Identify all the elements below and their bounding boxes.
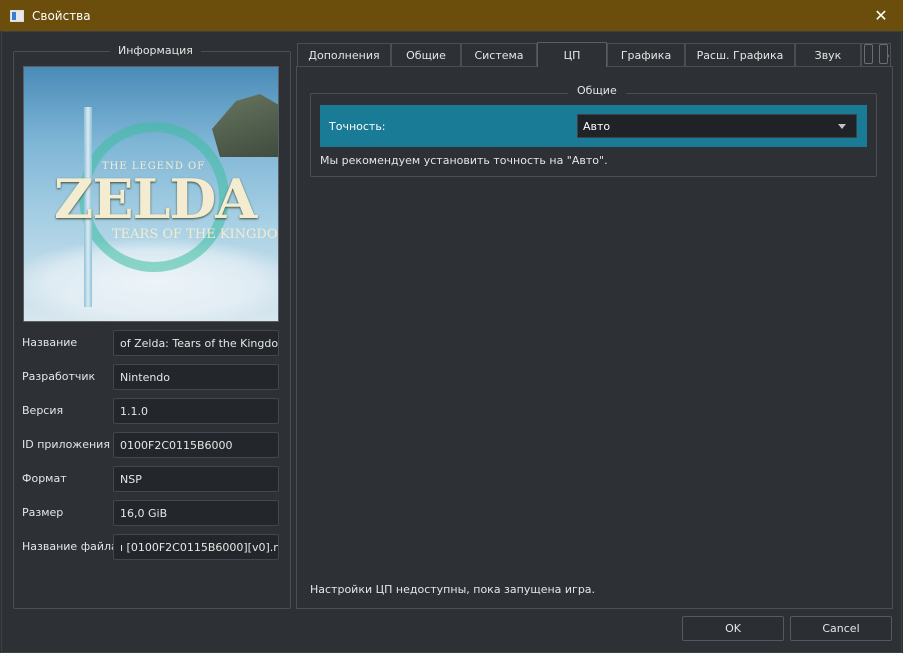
window-app-icon	[10, 9, 24, 22]
field-filename-label: Название файла	[22, 540, 118, 553]
field-title: Название of Zelda: Tears of the Kingdom	[22, 330, 279, 356]
cancel-button[interactable]: Cancel	[790, 616, 892, 641]
field-filename: Название файла ı [0100F2C0115B6000][v0].…	[22, 534, 279, 560]
info-group-title: Информация	[110, 44, 201, 57]
tab-advanced-graphics[interactable]: Расш. Графика	[685, 43, 795, 66]
tab-general[interactable]: Общие	[391, 43, 461, 66]
field-developer-label: Разработчик	[22, 370, 96, 383]
ok-button[interactable]: OK	[682, 616, 784, 641]
field-size-label: Размер	[22, 506, 64, 519]
field-app-id: ID приложения 0100F2C0115B6000	[22, 432, 279, 458]
tab-system[interactable]: Система	[461, 43, 537, 66]
tab-bar: Дополнения Общие Система ЦП Графика Расш…	[297, 42, 893, 67]
field-filename-value[interactable]: ı [0100F2C0115B6000][v0].nsp	[113, 534, 279, 560]
tab-scroll-left[interactable]	[864, 44, 873, 64]
field-version: Версия 1.1.0	[22, 398, 279, 424]
field-version-value[interactable]: 1.1.0	[113, 398, 279, 424]
tab-addons[interactable]: Дополнения	[297, 43, 391, 66]
field-size-value[interactable]: 16,0 GiB	[113, 500, 279, 526]
accuracy-label: Точность:	[329, 120, 386, 133]
field-format-label: Формат	[22, 472, 67, 485]
accuracy-row: Точность: Авто	[320, 105, 867, 147]
chevron-down-icon	[838, 124, 846, 129]
field-version-label: Версия	[22, 404, 64, 417]
game-cover-image: THE LEGEND OF ZELDA TEARS OF THE KINGDOM	[23, 66, 279, 322]
window-title: Свойства	[32, 8, 91, 23]
field-format-value[interactable]: NSP	[113, 466, 279, 492]
tab-scroll-right[interactable]	[879, 44, 888, 64]
accuracy-selected-value: Авто	[583, 120, 611, 133]
close-icon[interactable]: ✕	[859, 0, 903, 31]
cpu-general-group-title: Общие	[568, 84, 626, 97]
field-size: Размер 16,0 GiB	[22, 500, 279, 526]
tab-cpu[interactable]: ЦП	[537, 42, 607, 67]
cover-island	[212, 94, 278, 157]
tab-graphics[interactable]: Графика	[607, 43, 685, 66]
cover-logo-main: ZELDA	[54, 167, 257, 231]
accuracy-dropdown[interactable]: Авто	[577, 114, 857, 138]
field-title-value[interactable]: of Zelda: Tears of the Kingdom	[113, 330, 279, 356]
accuracy-hint: Мы рекомендуем установить точность на "А…	[320, 154, 608, 167]
title-bar: Свойства ✕	[0, 0, 903, 31]
field-format: Формат NSP	[22, 466, 279, 492]
field-app-id-value[interactable]: 0100F2C0115B6000	[113, 432, 279, 458]
cpu-locked-note: Настройки ЦП недоступны, пока запущена и…	[310, 583, 596, 596]
tab-audio[interactable]: Звук	[795, 43, 861, 66]
cover-logo-sub: TEARS OF THE KINGDOM	[112, 227, 279, 242]
field-title-label: Название	[22, 336, 78, 349]
field-developer: Разработчик Nintendo	[22, 364, 279, 390]
field-developer-value[interactable]: Nintendo	[113, 364, 279, 390]
field-app-id-label: ID приложения	[22, 438, 110, 451]
